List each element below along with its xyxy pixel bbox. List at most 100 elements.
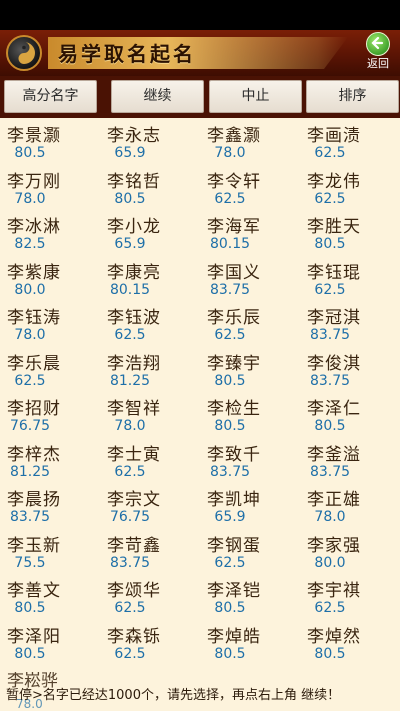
name-text: 李海军 xyxy=(207,217,261,237)
name-item[interactable]: 李焯皓 80.5 xyxy=(200,621,300,666)
name-text: 李玉新 xyxy=(7,535,61,556)
name-item[interactable]: 李梓杰 81.25 xyxy=(0,439,100,484)
name-text: 李家强 xyxy=(307,535,361,556)
name-item[interactable]: 李检生 80.5 xyxy=(200,393,300,438)
name-item[interactable]: 李康亮 80.15 xyxy=(100,257,200,302)
name-text: 李小龙 xyxy=(107,217,161,237)
name-text: 李泽阳 xyxy=(7,626,61,647)
name-score: 80.5 xyxy=(314,236,346,252)
name-item[interactable]: 李泽仁 80.5 xyxy=(300,393,400,438)
name-item[interactable]: 李泽阳 80.5 xyxy=(0,621,100,666)
name-item[interactable]: 李宇祺 62.5 xyxy=(300,575,400,620)
app-header: 易学取名起名 返回 xyxy=(0,30,400,77)
name-score: 78.0 xyxy=(314,509,346,525)
name-item[interactable]: 李焯然 80.5 xyxy=(300,621,400,666)
back-arrow-icon xyxy=(366,32,390,56)
name-item[interactable]: 李万刚 78.0 xyxy=(0,166,100,211)
name-item[interactable]: 李乐辰 62.5 xyxy=(200,302,300,347)
name-score: 62.5 xyxy=(314,281,346,298)
name-score: 62.5 xyxy=(14,372,46,389)
name-score: 76.75 xyxy=(109,509,151,525)
name-text: 李俊淇 xyxy=(307,353,361,374)
name-item[interactable]: 李泽铠 80.5 xyxy=(200,575,300,620)
high-score-names-button[interactable]: 高分名字 xyxy=(4,80,97,113)
name-score: 80.5 xyxy=(314,418,346,434)
name-item[interactable]: 李鑫灏 78.0 xyxy=(200,120,300,165)
name-text: 李景灏 xyxy=(7,126,61,146)
name-item[interactable]: 李致千 83.75 xyxy=(200,439,300,484)
name-item[interactable]: 李智祥 78.0 xyxy=(100,393,200,438)
name-text: 李釜溢 xyxy=(307,444,361,465)
name-item[interactable]: 李家强 80.0 xyxy=(300,530,400,575)
name-text: 李胜天 xyxy=(307,217,361,237)
sort-button[interactable]: 排序 xyxy=(306,80,399,113)
name-score: 78.0 xyxy=(214,145,246,161)
name-item[interactable]: 李正雄 78.0 xyxy=(300,484,400,529)
name-item[interactable]: 李龙伟 62.5 xyxy=(300,166,400,211)
name-score: 80.5 xyxy=(214,418,246,434)
toolbar: 高分名字 继续 中止 排序 xyxy=(0,76,400,118)
stop-button[interactable]: 中止 xyxy=(209,80,302,113)
name-text: 李善文 xyxy=(7,581,61,601)
status-footer: 李崧骅 78.0 暂停>名字已经达1000个，请先选择，再点右上角 继续！ xyxy=(0,672,400,711)
name-score: 80.15 xyxy=(209,236,251,252)
name-text: 李凯坤 xyxy=(207,490,261,510)
name-text: 李泽仁 xyxy=(307,399,361,419)
name-item[interactable]: 李冠淇 83.75 xyxy=(300,302,400,347)
name-score: 81.25 xyxy=(109,372,151,389)
name-item[interactable]: 李玉新 75.5 xyxy=(0,530,100,575)
name-item[interactable]: 李国义 83.75 xyxy=(200,257,300,302)
name-text: 李钰琨 xyxy=(307,262,361,283)
name-text: 李龙伟 xyxy=(307,171,361,192)
name-text: 李钰涛 xyxy=(7,308,61,328)
name-item[interactable]: 李钰波 62.5 xyxy=(100,302,200,347)
name-item[interactable]: 李冰淋 82.5 xyxy=(0,211,100,256)
name-item[interactable]: 李景灏 80.5 xyxy=(0,120,100,165)
name-item[interactable]: 李招财 76.75 xyxy=(0,393,100,438)
name-item[interactable]: 李善文 80.5 xyxy=(0,575,100,620)
name-item[interactable]: 李晨扬 83.75 xyxy=(0,484,100,529)
status-message: 暂停>名字已经达1000个，请先选择，再点右上角 继续！ xyxy=(6,688,341,703)
name-score: 62.5 xyxy=(214,190,246,207)
name-item[interactable]: 李胜天 80.5 xyxy=(300,211,400,256)
name-score: 83.75 xyxy=(309,463,351,480)
name-item[interactable]: 李铭哲 80.5 xyxy=(100,166,200,211)
name-text: 李焯然 xyxy=(307,626,361,647)
name-item[interactable]: 李颂华 62.5 xyxy=(100,575,200,620)
name-text: 李乐辰 xyxy=(207,308,261,328)
name-item[interactable]: 李釜溢 83.75 xyxy=(300,439,400,484)
name-score: 80.5 xyxy=(214,645,246,662)
name-item[interactable]: 李海军 80.15 xyxy=(200,211,300,256)
taiji-logo-icon xyxy=(6,35,42,71)
name-item[interactable]: 李森铄 62.5 xyxy=(100,621,200,666)
name-item[interactable]: 李乐晨 62.5 xyxy=(0,348,100,393)
name-item[interactable]: 李宗文 76.75 xyxy=(100,484,200,529)
name-text: 李画渍 xyxy=(307,126,361,146)
name-item[interactable]: 李士寅 62.5 xyxy=(100,439,200,484)
name-score: 80.5 xyxy=(14,645,46,662)
name-item[interactable]: 李钰涛 78.0 xyxy=(0,302,100,347)
status-bar xyxy=(0,0,400,30)
name-item[interactable]: 李凯坤 65.9 xyxy=(200,484,300,529)
name-score: 62.5 xyxy=(114,327,146,343)
name-score: 81.25 xyxy=(9,463,51,480)
name-text: 李士寅 xyxy=(107,444,161,465)
name-score: 62.5 xyxy=(114,600,146,616)
name-item[interactable]: 李令轩 62.5 xyxy=(200,166,300,211)
continue-button[interactable]: 继续 xyxy=(111,80,204,113)
name-score: 75.5 xyxy=(14,554,46,571)
name-item[interactable]: 李俊淇 83.75 xyxy=(300,348,400,393)
back-button[interactable]: 返回 xyxy=(358,32,398,74)
name-item[interactable]: 李画渍 62.5 xyxy=(300,120,400,165)
name-item[interactable]: 李浩翔 81.25 xyxy=(100,348,200,393)
name-item[interactable]: 李永志 65.9 xyxy=(100,120,200,165)
name-item[interactable]: 李钢蛋 62.5 xyxy=(200,530,300,575)
name-text: 李令轩 xyxy=(207,171,261,192)
name-item[interactable]: 李钰琨 62.5 xyxy=(300,257,400,302)
name-item[interactable]: 李臻宇 80.5 xyxy=(200,348,300,393)
name-item[interactable]: 李紫康 80.0 xyxy=(0,257,100,302)
name-item[interactable]: 李小龙 65.9 xyxy=(100,211,200,256)
name-item[interactable]: 李苛鑫 83.75 xyxy=(100,530,200,575)
name-score: 62.5 xyxy=(214,327,246,343)
name-score: 80.5 xyxy=(214,372,246,389)
